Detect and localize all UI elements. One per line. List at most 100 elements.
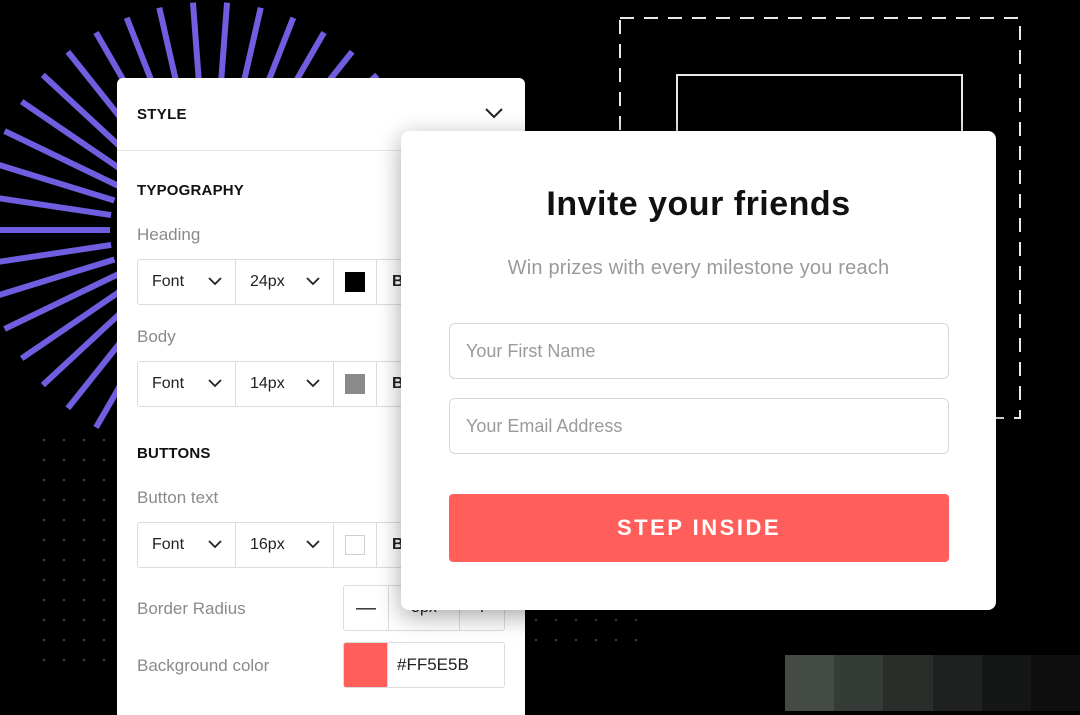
dot <box>42 518 46 522</box>
dot <box>102 638 106 642</box>
swatch <box>1030 655 1080 711</box>
typography-section-title: TYPOGRAPHY <box>137 182 245 199</box>
body-controls: Font 14px B <box>137 361 439 407</box>
border-radius-label: Border Radius <box>137 599 246 618</box>
chevron-down-icon <box>306 540 320 549</box>
heading-font-select[interactable]: Font <box>138 260 236 304</box>
swatch <box>785 655 835 711</box>
body-label: Body <box>137 327 176 346</box>
dot <box>42 458 46 462</box>
dot <box>42 438 46 442</box>
dot <box>62 578 66 582</box>
dot <box>82 438 86 442</box>
heading-size-select[interactable]: 24px <box>236 260 334 304</box>
dot <box>594 638 598 642</box>
dot <box>42 638 46 642</box>
dot <box>82 658 86 662</box>
dot <box>82 518 86 522</box>
button-size-value: 16px <box>250 536 285 553</box>
dot <box>42 618 46 622</box>
dot <box>102 518 106 522</box>
dot <box>102 598 106 602</box>
button-text-label: Button text <box>137 488 219 507</box>
dot <box>62 438 66 442</box>
dot <box>62 658 66 662</box>
dot <box>102 438 106 442</box>
dot <box>102 578 106 582</box>
button-font-select[interactable]: Font <box>138 523 236 567</box>
sunburst-ray <box>0 241 112 265</box>
heading-label: Heading <box>137 225 201 244</box>
dot-grid-bottom <box>534 618 638 642</box>
swatch <box>834 655 884 711</box>
dot <box>102 618 106 622</box>
chevron-down-icon <box>208 540 222 549</box>
button-size-select[interactable]: 16px <box>236 523 334 567</box>
dot <box>534 618 538 622</box>
dot <box>82 458 86 462</box>
body-size-value: 14px <box>250 375 285 392</box>
swatch <box>981 655 1031 711</box>
dot <box>62 498 66 502</box>
dot <box>42 558 46 562</box>
chevron-down-icon <box>306 277 320 286</box>
dot <box>42 538 46 542</box>
email-input[interactable] <box>449 398 949 454</box>
swatch <box>932 655 982 711</box>
body-color-swatch <box>345 374 365 394</box>
dot <box>554 618 558 622</box>
chevron-down-icon[interactable] <box>484 106 504 120</box>
dot <box>82 538 86 542</box>
dot <box>102 558 106 562</box>
background-color-value[interactable]: #FF5E5B <box>388 643 504 687</box>
step-inside-button[interactable]: STEP INSIDE <box>449 494 949 562</box>
buttons-section-title: BUTTONS <box>137 445 211 462</box>
dot <box>634 638 638 642</box>
heading-size-value: 24px <box>250 273 285 290</box>
dot <box>62 518 66 522</box>
invite-card: Invite your friends Win prizes with ever… <box>401 131 996 610</box>
dot <box>82 578 86 582</box>
dot <box>102 498 106 502</box>
sunburst-ray <box>0 162 116 204</box>
style-panel-title: STYLE <box>137 106 187 123</box>
dot <box>62 458 66 462</box>
background-color-swatch[interactable] <box>344 643 388 687</box>
body-size-select[interactable]: 14px <box>236 362 334 406</box>
sunburst-ray <box>0 256 116 298</box>
dot <box>634 618 638 622</box>
dot <box>42 478 46 482</box>
dot <box>62 478 66 482</box>
dot <box>62 638 66 642</box>
first-name-input[interactable] <box>449 323 949 379</box>
background-color-field[interactable]: #FF5E5B <box>343 642 505 688</box>
dot <box>82 478 86 482</box>
button-text-color-swatch <box>345 535 365 555</box>
chevron-down-icon <box>208 277 222 286</box>
dot <box>102 478 106 482</box>
button-text-color-picker[interactable] <box>334 523 377 567</box>
sunburst-ray <box>0 195 112 219</box>
dot <box>614 638 618 642</box>
invite-title: Invite your friends <box>546 185 851 223</box>
dot <box>62 558 66 562</box>
dot <box>614 618 618 622</box>
decrement-button[interactable]: — <box>344 586 389 630</box>
dot <box>574 638 578 642</box>
chevron-down-icon <box>306 379 320 388</box>
color-swatch-strip <box>785 655 1080 711</box>
chevron-down-icon <box>208 379 222 388</box>
dot <box>82 598 86 602</box>
heading-color-swatch <box>345 272 365 292</box>
dot <box>82 558 86 562</box>
dot-grid-left <box>42 438 106 662</box>
button-text-controls: Font 16px B <box>137 522 439 568</box>
dot <box>42 578 46 582</box>
dot <box>82 618 86 622</box>
dot <box>534 638 538 642</box>
heading-color-picker[interactable] <box>334 260 377 304</box>
heading-controls: Font 24px B <box>137 259 439 305</box>
body-color-picker[interactable] <box>334 362 377 406</box>
body-font-select[interactable]: Font <box>138 362 236 406</box>
dot <box>82 638 86 642</box>
